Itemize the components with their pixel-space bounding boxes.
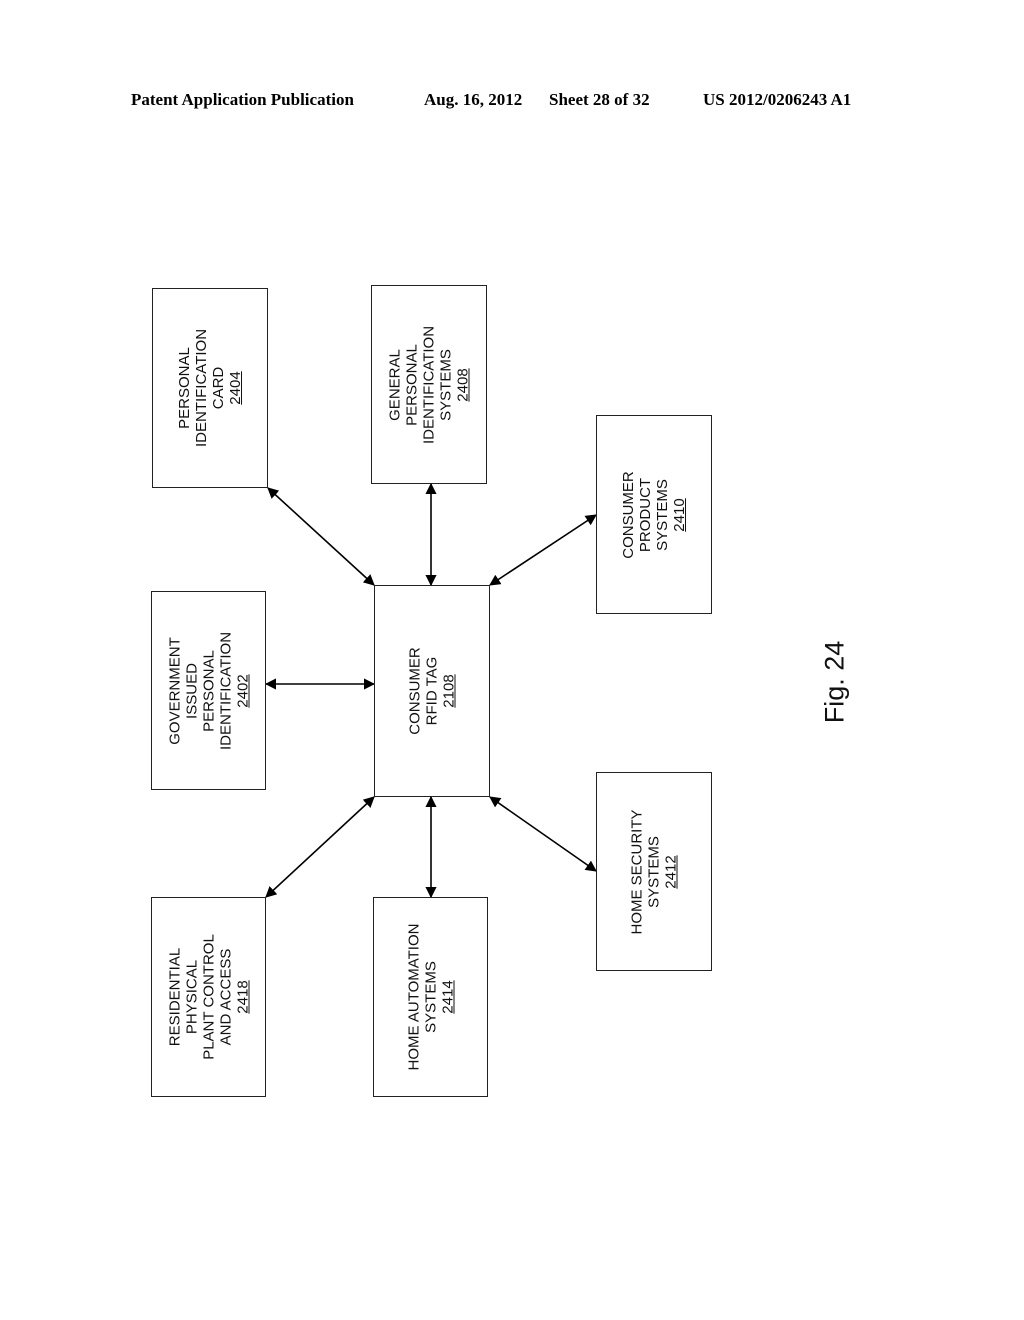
box-consumer-rfid-tag: CONSUMER RFID TAG 2108: [374, 585, 490, 797]
ref-number: 2408: [454, 367, 472, 402]
box-personal-identification-card: PERSONAL IDENTIFICATION CARD 2404: [152, 288, 268, 488]
arrow-2108-2412: [489, 796, 597, 872]
box-home-security-systems: HOME SECURITY SYSTEMS 2412: [596, 772, 712, 971]
box-general-personal-identification-systems: GENERAL PERSONAL IDENTIFICATION SYSTEMS 2408: [371, 285, 487, 484]
ref-number: 2418: [234, 980, 251, 1014]
box-consumer-product-systems: CONSUMER PRODUCT SYSTEMS 2410: [596, 415, 712, 614]
arrow-2108-2418: [265, 796, 375, 898]
ref-number: 2410: [671, 497, 688, 532]
ref-number: 2108: [440, 674, 458, 708]
box-residential-physical-plant-control: RESIDENTIAL PHYSICAL PLANT CONTROL AND ACCE…: [151, 897, 266, 1097]
arrow-2108-2410: [489, 514, 597, 586]
ref-number: 2404: [227, 371, 244, 405]
arrow-2108-2404: [267, 487, 375, 586]
figure-label: Fig. 24: [819, 640, 850, 724]
box-home-automation-systems: HOME AUTOMATION SYSTEMS 2414: [373, 897, 488, 1097]
box-government-issued-personal-identification: GOVERNMENT ISSUED PERSONAL IDENTIFICATION 24…: [151, 591, 266, 790]
ref-number: 2414: [439, 980, 456, 1014]
ref-number: 2402: [234, 673, 251, 708]
ref-number: 2412: [662, 854, 680, 889]
